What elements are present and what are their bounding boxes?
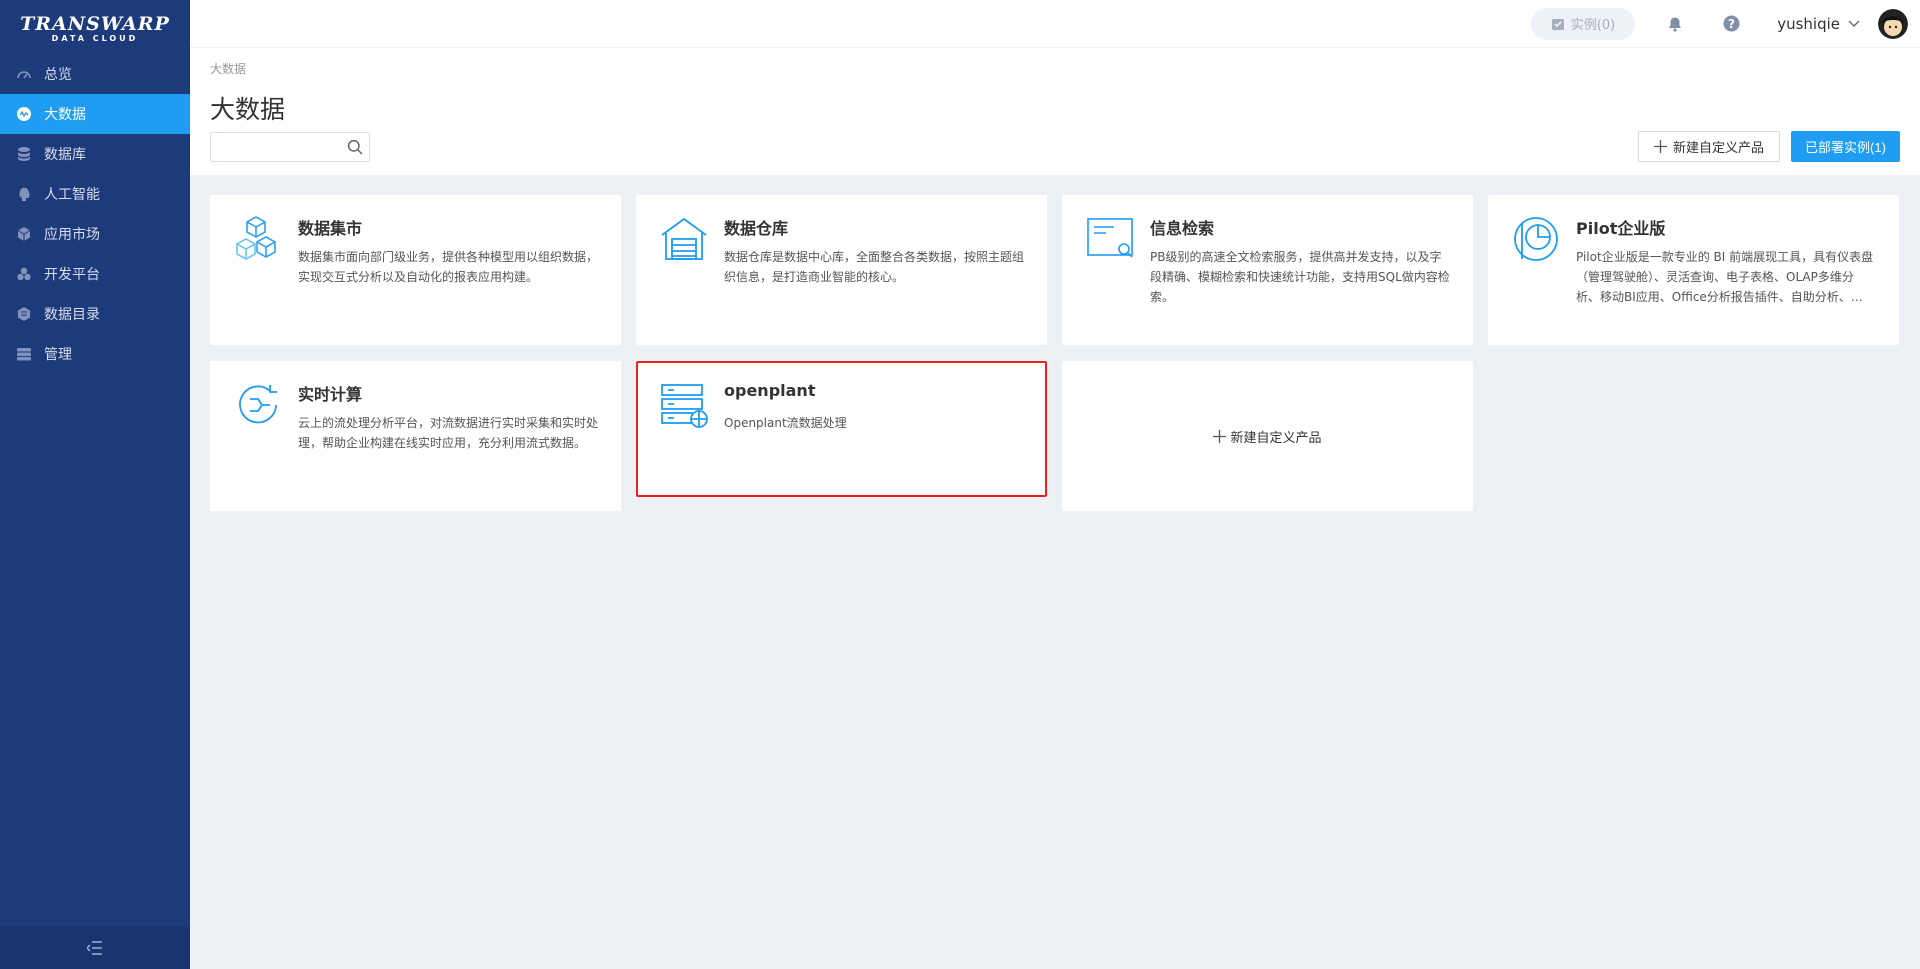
new-custom-product-card-label: 新建自定义产品 [1230,430,1322,446]
card-description: Openplant流数据处理 [724,416,847,430]
sidebar-item-overview[interactable]: 总览 [0,54,190,94]
search-box [210,132,370,162]
sidebar-item-admin[interactable]: 管理 [0,334,190,374]
svg-text:?: ? [1728,17,1735,31]
sidebar-item-appmarket[interactable]: 应用市场 [0,214,190,254]
card-description: 数据集市面向部门级业务，提供各种模型用以组织数据，实现交互式分析以及自动化的报表… [298,250,598,284]
card-title: openplant [724,381,816,400]
logo-sub-text: DATA CLOUD [51,34,139,43]
sidebar-item-bigdata[interactable]: 大数据 [0,94,190,134]
instance-box-icon [1551,18,1564,30]
plus-icon [1213,429,1227,443]
notification-bell-icon[interactable] [1665,14,1685,34]
username: yushiqie [1777,14,1840,33]
new-custom-product-button[interactable]: 新建自定义产品 [1638,131,1780,162]
cluster-icon [16,266,32,282]
product-card-search[interactable]: 信息检索 PB级别的高速全文检索服务，提供高并发支持，以及字段精确、模糊检索和快… [1062,195,1473,345]
sidebar-item-ai[interactable]: 人工智能 [0,174,190,214]
pie-chart-icon [1512,215,1558,263]
sidebar-item-label: 管理 [44,347,72,363]
sidebar-item-devplatform[interactable]: 开发平台 [0,254,190,294]
logo-main-text: TRANSWARP [20,13,170,35]
dashboard-icon [16,66,32,82]
search-window-icon [1086,215,1133,263]
box-icon [16,226,32,242]
ai-head-icon [16,186,32,202]
instances-label: 实例(0) [1570,18,1616,33]
database-icon [16,146,32,162]
sidebar-collapse-button[interactable] [0,927,190,969]
avatar[interactable] [1878,8,1908,39]
server-icon [16,346,32,362]
chevron-down-icon [1848,20,1860,27]
sidebar-item-label: 人工智能 [44,187,100,203]
sidebar-item-label: 数据目录 [44,307,100,323]
search-icon[interactable] [347,139,363,159]
card-description: Pilot企业版是一款专业的 BI 前端展现工具，具有仪表盘（管理驾驶舱）、灵活… [1576,250,1874,304]
catalog-icon [16,306,32,322]
product-card-streaming[interactable]: 实时计算 云上的流处理分析平台，对流数据进行实时采集和实时处理，帮助企业构建在线… [210,361,621,511]
new-custom-product-label: 新建自定义产品 [1672,140,1764,155]
sidebar-item-datacatalog[interactable]: 数据目录 [0,294,190,334]
new-custom-product-card[interactable]: 新建自定义产品 [1062,361,1473,511]
card-title: 数据仓库 [724,219,789,238]
sidebar-item-label: 数据库 [44,147,86,163]
deployed-instances-button[interactable]: 已部署实例(1) [1791,131,1900,162]
card-description: 云上的流处理分析平台，对流数据进行实时采集和实时处理，帮助企业构建在线实时应用，… [298,416,598,450]
product-card-datawarehouse[interactable]: 数据仓库 数据仓库是数据中心库，全面整合各类数据，按照主题组织信息，是打造商业智… [636,195,1047,345]
search-input[interactable] [211,133,336,161]
page-header: 大数据 大数据 新建自定义产品 已部署实例(1) [190,48,1920,175]
user-menu[interactable]: yushiqie [1777,15,1860,33]
server-globe-icon [660,381,708,429]
sidebar: TRANSWARP DATA CLOUD 总览 大数据 数据库 人工智能 应用市… [0,0,190,969]
plus-icon [1653,140,1667,153]
logo[interactable]: TRANSWARP DATA CLOUD [0,0,190,54]
card-title: 数据集市 [298,219,363,238]
card-description: PB级别的高速全文检索服务，提供高并发支持，以及字段精确、模糊检索和快速统计功能… [1150,250,1450,304]
product-card-openplant[interactable]: openplant Openplant流数据处理 [636,361,1047,497]
cubes-icon [234,215,278,263]
sidebar-item-label: 大数据 [44,107,86,123]
sidebar-item-database[interactable]: 数据库 [0,134,190,174]
card-description: 数据仓库是数据中心库，全面整合各类数据，按照主题组织信息，是打造商业智能的核心。 [724,250,1024,284]
sidebar-item-label: 开发平台 [44,267,100,283]
instances-button[interactable]: 实例(0) [1530,7,1636,40]
product-card-pilot[interactable]: Pilot企业版 Pilot企业版是一款专业的 BI 前端展现工具，具有仪表盘（… [1488,195,1899,345]
warehouse-icon [660,215,707,263]
stream-icon [234,381,278,429]
sidebar-nav: 总览 大数据 数据库 人工智能 应用市场 开发平台 数据目录 管理 [0,54,190,374]
card-title: Pilot企业版 [1576,219,1666,238]
top-header: 实例(0) ? yushiqie [190,0,1920,48]
card-title: 实时计算 [298,385,363,404]
page-title: 大数据 [210,95,286,124]
breadcrumb[interactable]: 大数据 [210,60,246,77]
card-title: 信息检索 [1150,219,1215,238]
sidebar-item-label: 总览 [44,67,72,83]
help-icon[interactable]: ? [1721,14,1741,34]
bigdata-icon [16,106,32,122]
collapse-menu-icon [87,941,102,955]
sidebar-item-label: 应用市场 [44,227,100,243]
product-card-datamart[interactable]: 数据集市 数据集市面向部门级业务，提供各种模型用以组织数据，实现交互式分析以及自… [210,195,621,345]
